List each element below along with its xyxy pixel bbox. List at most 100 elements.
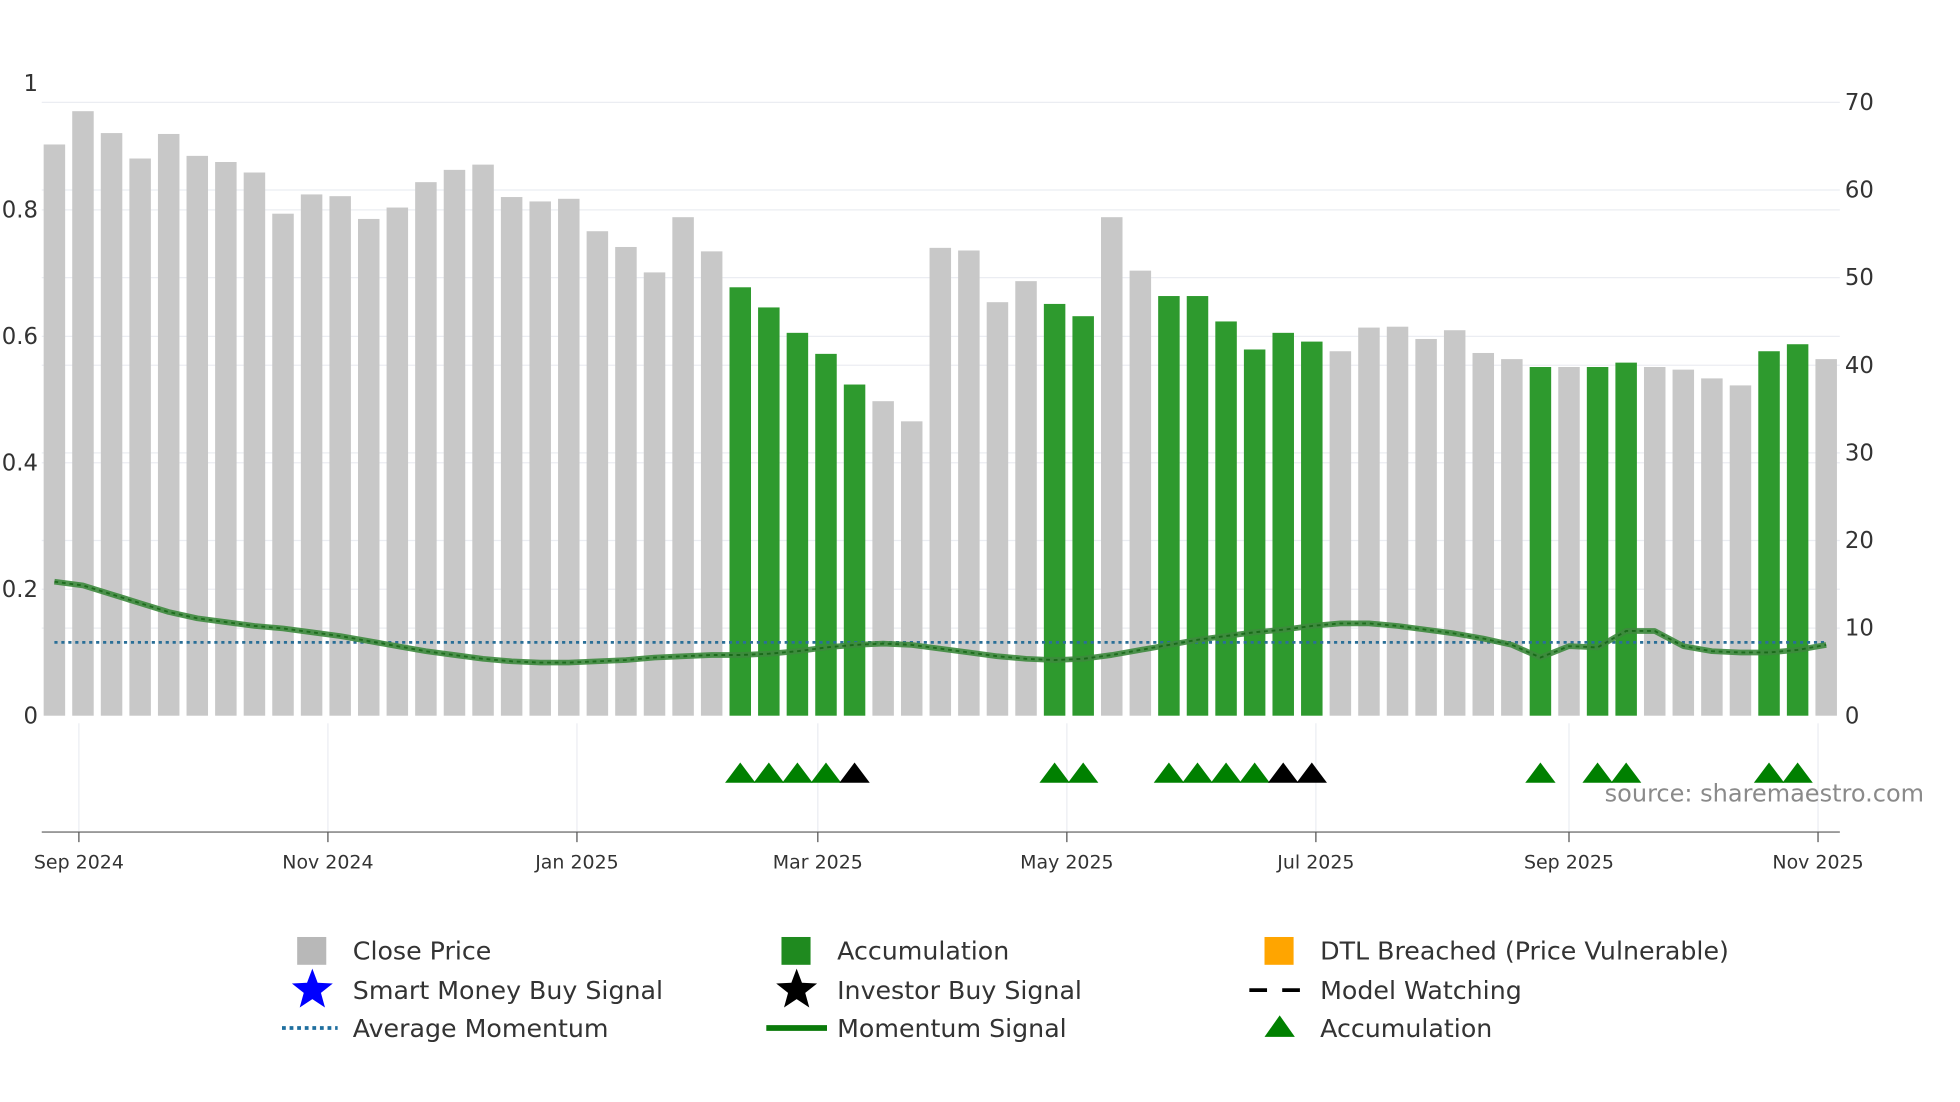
accumulation-bar	[843, 384, 866, 716]
legend-label: Accumulation	[1320, 1014, 1492, 1043]
right-tick-label: 40	[1845, 353, 1874, 379]
close-price-bar	[500, 197, 523, 716]
right-tick-label: 20	[1845, 528, 1874, 554]
accumulation-bar	[1158, 296, 1180, 716]
x-tick-label: Mar 2025	[773, 852, 863, 874]
close-price-bar	[129, 158, 151, 716]
legend-star-icon	[776, 968, 818, 1008]
accumulation-bar	[729, 287, 752, 716]
legend-square-icon	[781, 936, 811, 965]
legend-label: Model Watching	[1320, 976, 1522, 1005]
close-price-bar	[1729, 385, 1752, 716]
legend: Close Price Accumulation DTL Breached (Pri…	[282, 937, 1729, 1043]
x-tick-label: Sep 2024	[34, 852, 124, 874]
accumulation-bar	[1586, 367, 1609, 716]
accumulation-bar	[1529, 367, 1552, 716]
legend-square-icon	[1264, 936, 1294, 965]
legend-label: DTL Breached (Price Vulnerable)	[1320, 937, 1729, 966]
close-price-bar	[300, 194, 323, 716]
close-price-bar	[1358, 327, 1380, 716]
close-price-bar	[100, 133, 123, 716]
legend-triangle-icon	[1264, 1015, 1295, 1037]
close-price-bar	[186, 155, 209, 716]
accumulation-bar	[1786, 344, 1809, 716]
close-price-bar	[1415, 338, 1437, 716]
close-price-bar	[1672, 369, 1695, 716]
close-price-bar	[72, 111, 94, 716]
x-tick-label: May 2025	[1020, 852, 1113, 874]
right-tick-label: 70	[1845, 90, 1874, 116]
close-price-bar	[443, 169, 466, 716]
close-price-bar	[1329, 351, 1352, 716]
right-axis: 0 10 20 30 40 50 60 70	[1845, 90, 1874, 729]
close-price-bar	[157, 133, 180, 716]
close-price-bar	[272, 213, 294, 716]
close-price-bar	[529, 201, 551, 716]
chart: 0 0.2 0.4 0.6 0.8 1 0 10 20 30 40 50 60 70 Sep 2024 N…	[2, 71, 1924, 1043]
legend-star-icon	[291, 968, 333, 1008]
close-price-bar	[615, 246, 637, 716]
investor-buy-marker	[1296, 762, 1327, 783]
accumulation-marker	[1153, 762, 1185, 783]
x-tick-label: Sep 2025	[1524, 852, 1614, 874]
accumulation-bar	[1758, 351, 1780, 716]
legend-label: Close Price	[353, 937, 492, 966]
right-tick-label: 30	[1845, 440, 1874, 466]
accumulation-bar	[815, 353, 837, 716]
legend-label: Momentum Signal	[837, 1014, 1067, 1043]
close-price-bar	[43, 144, 66, 716]
close-price-bar	[1558, 367, 1580, 716]
accumulation-marker	[1525, 762, 1556, 783]
accumulation-bar	[1272, 332, 1294, 716]
close-price-bar	[1643, 367, 1666, 716]
accumulation-marker	[1210, 762, 1242, 783]
close-price-bars	[43, 111, 1837, 716]
accumulation-bar	[1615, 362, 1637, 716]
left-tick-label: 0	[23, 703, 37, 729]
accumulation-bar	[786, 332, 809, 716]
x-tick-label: Jul 2025	[1276, 852, 1354, 874]
accumulation-marker	[1239, 762, 1270, 783]
close-price-bar	[1815, 359, 1837, 716]
accumulation-marker	[725, 762, 756, 783]
close-price-bar	[243, 172, 266, 716]
source-label: source: sharemaestro.com	[1605, 780, 1924, 808]
right-tick-label: 10	[1845, 616, 1874, 642]
left-tick-label: 0.8	[2, 197, 38, 223]
right-tick-label: 60	[1845, 178, 1874, 204]
left-tick-label: 0.6	[2, 324, 38, 350]
close-price-bar	[1015, 281, 1037, 716]
x-tick-label: Nov 2024	[282, 852, 373, 874]
accumulation-bar	[1186, 296, 1209, 716]
accumulation-bar	[1301, 341, 1323, 716]
accumulation-marker	[782, 762, 813, 783]
accumulation-marker	[1068, 762, 1099, 783]
close-price-bar	[558, 198, 580, 716]
x-axis: Sep 2024 Nov 2024 Jan 2025 Mar 2025 May 2025…	[34, 831, 1864, 874]
accumulation-marker	[810, 762, 842, 783]
close-price-bar	[958, 250, 980, 716]
right-tick-label: 50	[1845, 265, 1874, 291]
close-price-bar	[472, 164, 494, 716]
close-price-bar	[643, 272, 666, 716]
investor-buy-marker	[1268, 762, 1299, 783]
accumulation-bar	[1215, 321, 1237, 716]
close-price-bar	[386, 207, 409, 716]
legend-square-icon	[297, 936, 327, 965]
close-price-bar	[1501, 359, 1523, 716]
left-axis: 0 0.2 0.4 0.6 0.8 1	[2, 71, 38, 729]
close-price-bar	[415, 182, 437, 716]
left-tick-label: 0.4	[2, 450, 38, 476]
accumulation-bar	[1243, 349, 1266, 716]
close-price-bar	[672, 217, 694, 716]
close-price-bar	[215, 161, 237, 716]
close-price-bar	[900, 421, 923, 716]
accumulation-bar	[1043, 303, 1066, 716]
legend-label: Investor Buy Signal	[837, 976, 1082, 1005]
legend-label: Smart Money Buy Signal	[353, 976, 663, 1005]
close-price-bar	[1472, 352, 1495, 716]
accumulation-marker	[1182, 762, 1213, 783]
accumulation-marker	[1039, 762, 1070, 783]
left-tick-label: 0.2	[2, 577, 38, 603]
left-tick-label: 1	[23, 71, 37, 97]
